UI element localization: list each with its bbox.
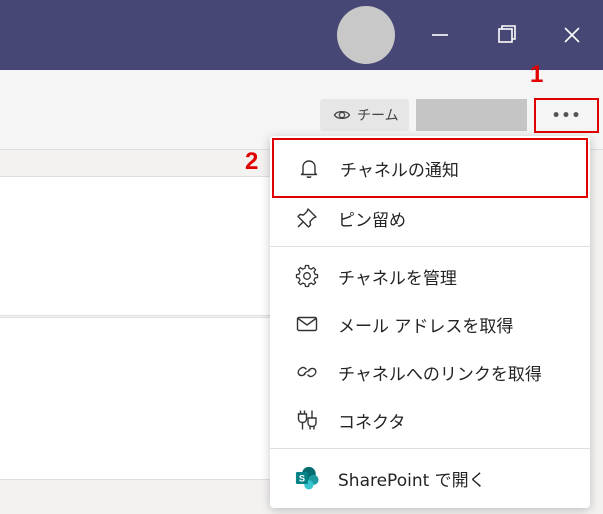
step-marker-1: 1 xyxy=(530,61,544,88)
restore-button[interactable] xyxy=(491,19,523,51)
menu-item-get-channel-link[interactable]: チャネルへのリンクを取得 xyxy=(270,350,590,394)
menu-item-label: チャネルを管理 xyxy=(338,268,457,289)
menu-item-label: チャネルへのリンクを取得 xyxy=(338,364,542,385)
title-bar xyxy=(0,0,603,70)
menu-item-label: SharePoint で開く xyxy=(338,470,486,491)
minimize-icon xyxy=(432,34,448,36)
channel-options-menu: チャネルの通知 ピン留め チャネルを管理 メール アドレスを取得 チャネルへのリ… xyxy=(270,136,590,508)
more-options-icon: ••• xyxy=(551,107,582,124)
menu-item-open-in-sharepoint[interactable]: S SharePoint で開く xyxy=(270,456,590,500)
gear-icon xyxy=(294,263,320,289)
menu-item-label: コネクタ xyxy=(338,412,406,433)
link-icon xyxy=(294,359,320,385)
menu-divider xyxy=(270,448,590,449)
team-button-label: チーム xyxy=(357,108,399,124)
step-marker-2: 2 xyxy=(245,148,259,175)
menu-item-label: メール アドレスを取得 xyxy=(338,316,514,337)
bell-icon xyxy=(296,155,322,181)
close-icon xyxy=(564,27,580,43)
menu-item-manage-channel[interactable]: チャネルを管理 xyxy=(270,254,590,298)
svg-text:S: S xyxy=(299,474,305,484)
eye-icon xyxy=(333,110,351,120)
connector-icon xyxy=(294,407,320,433)
menu-item-pin[interactable]: ピン留め xyxy=(270,196,590,240)
menu-item-connectors[interactable]: コネクタ xyxy=(270,398,590,442)
avatar[interactable] xyxy=(337,6,395,64)
menu-item-label: チャネルの通知 xyxy=(340,160,459,181)
post-card xyxy=(0,317,290,480)
post-card xyxy=(0,176,290,316)
menu-divider xyxy=(270,246,590,247)
more-options-button[interactable]: ••• xyxy=(534,98,599,133)
mail-icon xyxy=(294,311,320,337)
menu-item-channel-notifications[interactable]: チャネルの通知 xyxy=(272,138,588,198)
pin-icon xyxy=(294,205,320,231)
menu-item-get-email-address[interactable]: メール アドレスを取得 xyxy=(270,302,590,346)
redacted-button[interactable] xyxy=(416,99,527,131)
minimize-button[interactable] xyxy=(424,19,456,51)
team-button[interactable]: チーム xyxy=(320,99,409,131)
sharepoint-icon: S xyxy=(294,465,320,491)
close-button[interactable] xyxy=(556,19,588,51)
menu-item-label: ピン留め xyxy=(338,210,406,231)
restore-icon xyxy=(498,25,516,43)
